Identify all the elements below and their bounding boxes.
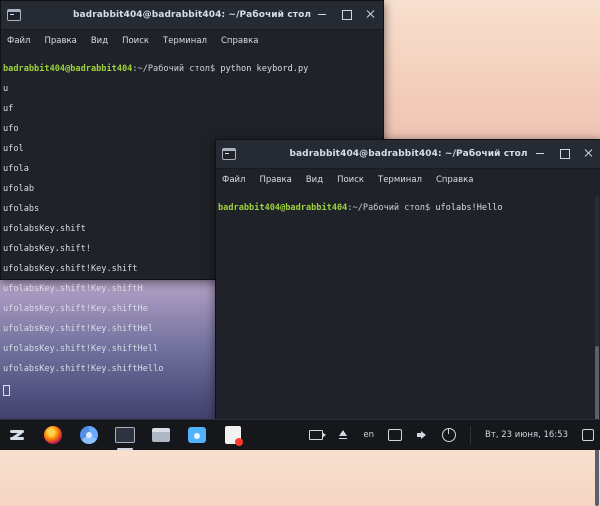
minimize-icon bbox=[316, 8, 328, 20]
text-editor-button[interactable] bbox=[222, 424, 244, 446]
close-button[interactable] bbox=[363, 7, 377, 21]
software-store-button[interactable] bbox=[186, 424, 208, 446]
show-desktop-icon[interactable] bbox=[582, 429, 594, 441]
prompt-user: badrabbit404@badrabbit404 bbox=[218, 203, 348, 213]
menu-bar: Файл Правка Вид Поиск Терминал Справка bbox=[1, 30, 383, 52]
minimize-icon bbox=[534, 147, 546, 159]
output-line: uf bbox=[3, 104, 14, 114]
screen-record-icon[interactable] bbox=[309, 430, 327, 440]
taskbar: en Вт, 23 июня, 16:53 bbox=[0, 419, 600, 450]
zorin-menu-button[interactable] bbox=[6, 424, 28, 446]
output-line: u bbox=[3, 84, 9, 94]
prompt-path: :~/Рабочий стол$ bbox=[132, 64, 216, 74]
store-icon bbox=[188, 427, 206, 443]
close-icon bbox=[582, 147, 594, 159]
window-title: badrabbit404@badrabbit404: ~/Рабочий сто… bbox=[289, 149, 528, 159]
maximize-button[interactable] bbox=[557, 146, 571, 160]
taskbar-launchers bbox=[0, 424, 244, 450]
notifications-icon[interactable] bbox=[388, 429, 403, 441]
terminal-output[interactable]: badrabbit404@badrabbit404:~/Рабочий стол… bbox=[216, 191, 600, 233]
terminal-icon bbox=[115, 427, 135, 443]
close-button[interactable] bbox=[581, 146, 595, 160]
text-editor-icon bbox=[225, 426, 243, 446]
terminal-taskbar-button[interactable] bbox=[114, 424, 136, 450]
terminal-app-icon bbox=[222, 148, 236, 160]
window-controls bbox=[315, 7, 377, 21]
minimize-button[interactable] bbox=[315, 7, 329, 21]
terminal-window-front: badrabbit404@badrabbit404: ~/Рабочий сто… bbox=[215, 139, 600, 506]
clock[interactable]: Вт, 23 июня, 16:53 bbox=[485, 430, 568, 440]
menu-search[interactable]: Поиск bbox=[337, 175, 364, 185]
firefox-button[interactable] bbox=[42, 424, 64, 446]
volume-icon[interactable] bbox=[416, 430, 428, 440]
menu-file[interactable]: Файл bbox=[222, 175, 245, 185]
power-icon[interactable] bbox=[442, 428, 457, 442]
menu-view[interactable]: Вид bbox=[306, 175, 323, 185]
files-button[interactable] bbox=[150, 424, 172, 446]
window-title: badrabbit404@badrabbit404: ~/Рабочий сто… bbox=[72, 10, 312, 20]
prompt-command: ufolabs!Hello bbox=[430, 203, 503, 213]
zorin-logo-icon bbox=[8, 426, 26, 444]
menu-bar: Файл Правка Вид Поиск Терминал Справка bbox=[216, 169, 600, 191]
maximize-icon bbox=[340, 8, 352, 20]
prompt-user: badrabbit404@badrabbit404 bbox=[3, 64, 133, 74]
maximize-icon bbox=[558, 147, 570, 159]
menu-help[interactable]: Справка bbox=[221, 36, 258, 46]
menu-search[interactable]: Поиск bbox=[122, 36, 149, 46]
close-icon bbox=[364, 8, 376, 20]
output-line: ufo bbox=[3, 124, 19, 134]
minimize-button[interactable] bbox=[533, 146, 547, 160]
chrome-icon bbox=[80, 426, 98, 444]
window-controls bbox=[533, 146, 595, 160]
prompt-line: badrabbit404@badrabbit404:~/Рабочий стол… bbox=[3, 64, 381, 74]
prompt-command: python keybord.py bbox=[215, 64, 309, 74]
terminal-scrollbar[interactable] bbox=[595, 196, 599, 506]
maximize-button[interactable] bbox=[339, 7, 353, 21]
menu-help[interactable]: Справка bbox=[436, 175, 473, 185]
window-titlebar[interactable]: badrabbit404@badrabbit404: ~/Рабочий сто… bbox=[1, 1, 383, 30]
system-tray: en Вт, 23 июня, 16:53 bbox=[309, 426, 600, 444]
menu-edit[interactable]: Правка bbox=[44, 36, 76, 46]
menu-edit[interactable]: Правка bbox=[259, 175, 291, 185]
tray-separator bbox=[470, 426, 472, 444]
terminal-app-icon bbox=[7, 9, 21, 21]
menu-terminal[interactable]: Терминал bbox=[163, 36, 207, 46]
window-titlebar[interactable]: badrabbit404@badrabbit404: ~/Рабочий сто… bbox=[216, 140, 600, 169]
menu-view[interactable]: Вид bbox=[91, 36, 108, 46]
prompt-line: badrabbit404@badrabbit404:~/Рабочий стол… bbox=[218, 203, 599, 213]
menu-terminal[interactable]: Терминал bbox=[378, 175, 422, 185]
chrome-button[interactable] bbox=[78, 424, 100, 446]
terminal-cursor bbox=[3, 385, 10, 396]
firefox-icon bbox=[44, 426, 62, 444]
folder-icon bbox=[152, 428, 170, 442]
prompt-path: :~/Рабочий стол$ bbox=[347, 203, 431, 213]
eject-icon[interactable] bbox=[337, 430, 349, 440]
menu-file[interactable]: Файл bbox=[7, 36, 30, 46]
keyboard-layout[interactable]: en bbox=[363, 430, 374, 440]
